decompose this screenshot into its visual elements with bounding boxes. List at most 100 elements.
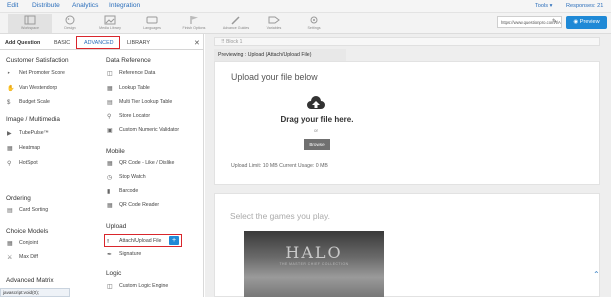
tool-variables[interactable]: Variables xyxy=(252,14,296,33)
item-card-sorting[interactable]: ▤ Card Sorting xyxy=(7,207,48,214)
section-image-multimedia: Image / Multimedia xyxy=(6,116,60,123)
section-mobile: Mobile xyxy=(106,148,125,155)
browser-status-bar: javascript:void(0); xyxy=(0,288,70,297)
tool-label: Languages xyxy=(143,26,161,30)
or-text: or xyxy=(313,128,319,133)
item-label: Reference Data xyxy=(119,70,156,76)
tool-workspace[interactable]: Workspace xyxy=(8,14,52,33)
item-net-promoter-score[interactable]: ‣ Net Promoter Score xyxy=(7,70,65,77)
handshake-icon: ✋ xyxy=(7,86,15,92)
tab-library[interactable]: LIBRARY xyxy=(127,40,150,46)
tag-icon xyxy=(268,16,280,24)
scroll-top-chevron-icon[interactable]: ⌃ xyxy=(593,270,600,279)
table-icon: ▦ xyxy=(107,86,113,92)
item-heatmap[interactable]: ▦ Heatmap xyxy=(7,145,41,152)
video-icon: ▶ xyxy=(7,131,12,137)
location-pin-icon: ⚲ xyxy=(107,114,112,120)
browse-button[interactable]: Browse xyxy=(304,139,330,150)
tools-menu[interactable]: Tools ▾ xyxy=(535,3,552,9)
item-custom-numeric-validator[interactable]: ▣ Custom Numeric Validator xyxy=(107,127,180,134)
preview-label: Preview xyxy=(579,19,600,25)
item-hotspot[interactable]: ⚲ HotSpot xyxy=(7,160,38,167)
section-customer-satisfaction: Customer Satisfaction xyxy=(6,57,69,64)
nav-edit[interactable]: Edit xyxy=(7,2,18,9)
logic-icon: ◫ xyxy=(107,284,113,290)
previewing-label: Previewing : Upload (Attach/Upload File) xyxy=(214,49,346,61)
barcode-icon: ▮ xyxy=(107,189,111,195)
qr-reader-icon: ▦ xyxy=(107,203,113,209)
item-barcode[interactable]: ▮ Barcode xyxy=(107,188,139,195)
item-store-locator[interactable]: ⚲ Store Locator xyxy=(107,113,151,120)
translate-icon xyxy=(146,16,158,24)
item-label: Stop Watch xyxy=(119,174,146,180)
edit-url-icon[interactable]: ✎ xyxy=(552,18,557,25)
nav-distribute[interactable]: Distribute xyxy=(32,2,60,9)
gear-icon xyxy=(310,16,318,24)
item-max-diff[interactable]: ⚔ Max Diff xyxy=(7,254,38,261)
tool-label: Variables xyxy=(266,26,282,30)
item-label: Net Promoter Score xyxy=(19,70,65,76)
item-budget-scale[interactable]: $ Budget Scale xyxy=(7,99,50,106)
dollar-icon: $ xyxy=(7,100,11,106)
item-label: Barcode xyxy=(119,188,139,194)
item-label: HotSpot xyxy=(19,160,38,166)
nps-icon: ‣ xyxy=(7,71,11,77)
item-tubepulse[interactable]: ▶ TubePulse™ xyxy=(7,130,49,137)
palette-icon xyxy=(65,15,75,25)
tool-finish-options[interactable]: Finish Options xyxy=(172,14,216,33)
validator-icon: ▣ xyxy=(107,128,113,134)
item-label: Signature xyxy=(119,251,142,257)
add-question-plus-icon[interactable]: + xyxy=(169,236,179,245)
heatmap-icon: ▦ xyxy=(7,146,13,152)
close-panel-icon[interactable]: ✕ xyxy=(194,39,200,47)
tool-label: Finish Options xyxy=(182,26,206,30)
multitable-icon: ▤ xyxy=(107,100,113,106)
item-lookup-table[interactable]: ▦ Lookup Table xyxy=(107,85,150,92)
item-qr-code-reader[interactable]: ▦ QR Code Reader xyxy=(107,202,160,209)
item-stop-watch[interactable]: ◷ Stop Watch xyxy=(107,174,146,181)
top-nav: Edit Distribute Analytics Integration To… xyxy=(0,0,611,13)
item-qr-code-like-dislike[interactable]: ▦ QR Code - Like / Dislike xyxy=(107,160,175,167)
item-label: Conjoint xyxy=(19,240,39,246)
section-advanced-matrix: Advanced Matrix xyxy=(6,277,54,284)
conjoint-icon: ▦ xyxy=(7,241,13,247)
item-multi-tier-lookup-table[interactable]: ▤ Multi Tier Lookup Table xyxy=(107,99,173,106)
nav-integration[interactable]: Integration xyxy=(109,2,140,9)
item-conjoint[interactable]: ▦ Conjoint xyxy=(7,240,39,247)
tool-languages[interactable]: Languages xyxy=(130,14,174,33)
item-label: QR Code Reader xyxy=(119,202,160,208)
reference-icon: ◫ xyxy=(107,71,113,77)
item-label: Heatmap xyxy=(19,145,41,151)
tab-basic[interactable]: BASIC xyxy=(54,40,70,46)
tool-label: Workspace xyxy=(21,26,39,30)
upload-question-title: Upload your file below xyxy=(231,72,318,82)
item-signature[interactable]: ✒ Signature xyxy=(107,251,142,258)
tool-settings[interactable]: Settings xyxy=(292,14,336,33)
item-van-westendorp[interactable]: ✋ Van Westendorp xyxy=(7,85,57,92)
block-header[interactable]: ⠿ Block 1 xyxy=(214,37,600,46)
section-ordering: Ordering xyxy=(6,195,31,202)
item-label: Store Locator xyxy=(119,113,151,119)
section-data-reference: Data Reference xyxy=(106,57,151,64)
tool-design[interactable]: Design xyxy=(48,14,92,33)
tool-media-library[interactable]: Media Library xyxy=(88,14,132,33)
flag-icon xyxy=(190,16,198,24)
preview-button[interactable]: ◉ Preview xyxy=(566,16,607,29)
item-custom-logic-engine[interactable]: ◫ Custom Logic Engine xyxy=(107,283,168,290)
responses-count[interactable]: Responses: 21 xyxy=(566,3,603,9)
stopwatch-icon: ◷ xyxy=(107,175,113,181)
upload-limit-text: Upload Limit: 10 MB Current Usage: 0 MB xyxy=(231,163,328,169)
section-logic: Logic xyxy=(106,270,122,277)
tool-label: Media Library xyxy=(99,26,121,30)
advanced-tab-highlight xyxy=(76,36,120,49)
nav-analytics[interactable]: Analytics xyxy=(72,2,98,9)
halo-tagline: THE MASTER CHIEF COLLECTION xyxy=(279,262,349,266)
tool-label: Design xyxy=(64,26,76,30)
item-label: QR Code - Like / Dislike xyxy=(119,160,175,166)
workspace-icon xyxy=(24,15,36,25)
item-label: Multi Tier Lookup Table xyxy=(119,99,173,105)
item-label: Custom Numeric Validator xyxy=(119,127,180,133)
games-question-title: Select the games you play. xyxy=(230,211,330,221)
section-upload: Upload xyxy=(106,223,127,230)
item-reference-data[interactable]: ◫ Reference Data xyxy=(107,70,156,77)
